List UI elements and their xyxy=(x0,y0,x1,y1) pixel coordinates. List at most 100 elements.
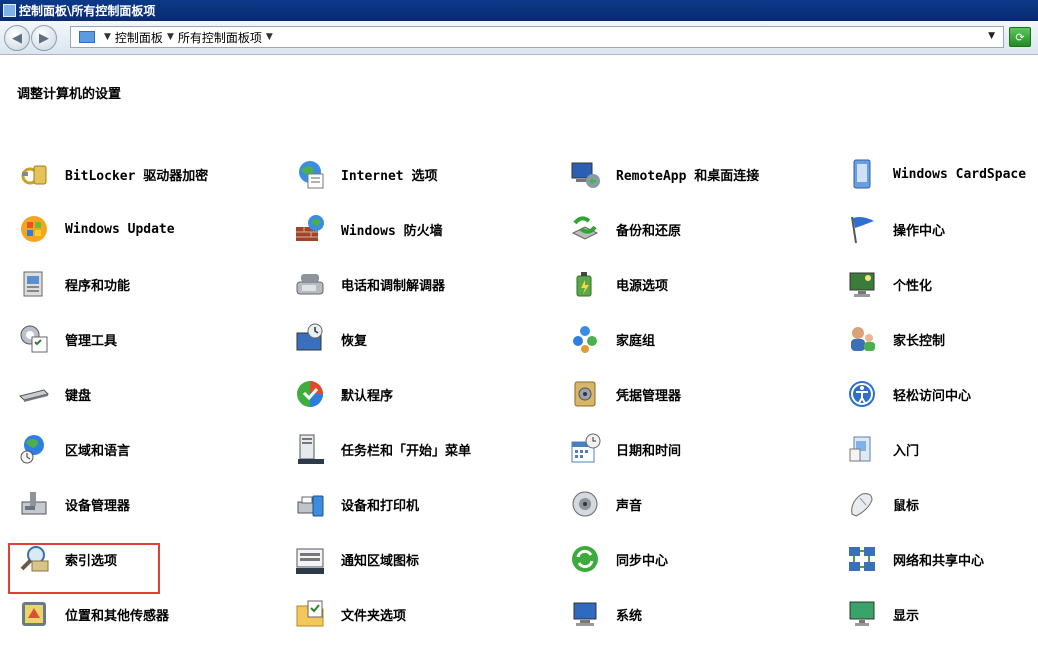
devices-printers-icon xyxy=(293,487,327,521)
control-panel-item[interactable]: 设备管理器 xyxy=(17,482,130,526)
credential-manager-icon xyxy=(568,377,602,411)
forward-button[interactable]: ▶ xyxy=(31,25,57,51)
breadcrumb-chevron-icon[interactable]: ▼ xyxy=(104,32,111,42)
item-label[interactable]: 设备管理器 xyxy=(65,495,130,514)
control-panel-item[interactable]: 凭据管理器 xyxy=(568,372,681,416)
item-label[interactable]: 区域和语言 xyxy=(65,440,130,459)
control-panel-item[interactable]: RemoteApp 和桌面连接 xyxy=(568,152,759,196)
breadcrumb-chevron-icon[interactable]: ▼ xyxy=(167,32,174,42)
refresh-icon: ⟳ xyxy=(1015,30,1025,44)
control-panel-item[interactable]: 个性化 xyxy=(845,262,932,306)
control-panel-item[interactable]: 备份和还原 xyxy=(568,207,681,251)
item-label[interactable]: 入门 xyxy=(893,440,919,459)
control-panel-item[interactable]: Internet 选项 xyxy=(293,152,437,196)
item-label[interactable]: 键盘 xyxy=(65,385,91,404)
control-panel-item[interactable]: 系统 xyxy=(568,592,642,636)
control-panel-item[interactable]: 操作中心 xyxy=(845,207,945,251)
control-panel-item[interactable]: 通知区域图标 xyxy=(293,537,419,581)
control-panel-item[interactable]: 程序和功能 xyxy=(17,262,130,306)
item-label[interactable]: 操作中心 xyxy=(893,220,945,239)
item-label[interactable]: 电源选项 xyxy=(616,275,668,294)
item-label[interactable]: 家长控制 xyxy=(893,330,945,349)
window-title: 控制面板\所有控制面板项 xyxy=(19,4,156,18)
control-panel-item[interactable]: 家庭组 xyxy=(568,317,655,361)
item-label[interactable]: Windows CardSpace xyxy=(893,167,1026,182)
control-panel-item[interactable]: 日期和时间 xyxy=(568,427,681,471)
control-panel-item[interactable]: 区域和语言 xyxy=(17,427,130,471)
item-label[interactable]: 设备和打印机 xyxy=(341,495,419,514)
address-dropdown-icon[interactable]: ▼ xyxy=(988,31,995,41)
control-panel-item[interactable]: Windows 防火墙 xyxy=(293,207,443,251)
region-language-icon xyxy=(17,432,51,466)
control-panel-item[interactable]: 任务栏和「开始」菜单 xyxy=(293,427,471,471)
power-options-icon xyxy=(568,267,602,301)
breadcrumb-chevron-icon[interactable]: ▼ xyxy=(266,32,273,42)
item-label[interactable]: 电话和调制解调器 xyxy=(341,275,445,294)
item-label[interactable]: 轻松访问中心 xyxy=(893,385,971,404)
control-panel-item[interactable]: 鼠标 xyxy=(845,482,919,526)
item-label[interactable]: 声音 xyxy=(616,495,642,514)
sound-icon xyxy=(568,487,602,521)
getting-started-icon xyxy=(845,432,879,466)
control-panel-item[interactable]: 键盘 xyxy=(17,372,91,416)
control-panel-item[interactable]: 文件夹选项 xyxy=(293,592,406,636)
item-label[interactable]: 日期和时间 xyxy=(616,440,681,459)
ease-of-access-icon xyxy=(845,377,879,411)
network-sharing-icon xyxy=(845,542,879,576)
title-bar: 控制面板\所有控制面板项 xyxy=(0,0,1038,21)
control-panel-item[interactable]: 同步中心 xyxy=(568,537,668,581)
item-label[interactable]: 程序和功能 xyxy=(65,275,130,294)
breadcrumb-control-panel[interactable]: 控制面板 xyxy=(115,29,163,46)
item-label[interactable]: 鼠标 xyxy=(893,495,919,514)
control-panel-icon xyxy=(79,31,95,43)
control-panel-item[interactable]: Windows Update xyxy=(17,207,175,251)
item-label[interactable]: 系统 xyxy=(616,605,642,624)
control-panel-item[interactable]: 管理工具 xyxy=(17,317,117,361)
item-label[interactable]: Windows 防火墙 xyxy=(341,220,443,239)
item-label[interactable]: Windows Update xyxy=(65,222,175,237)
control-panel-item[interactable]: 设备和打印机 xyxy=(293,482,419,526)
remoteapp-icon xyxy=(568,157,602,191)
date-time-icon xyxy=(568,432,602,466)
control-panel-item[interactable]: 轻松访问中心 xyxy=(845,372,971,416)
control-panel-item[interactable]: 电话和调制解调器 xyxy=(293,262,445,306)
item-label[interactable]: 家庭组 xyxy=(616,330,655,349)
control-panel-item[interactable]: 显示 xyxy=(845,592,919,636)
internet-options-icon xyxy=(293,157,327,191)
item-label[interactable]: 个性化 xyxy=(893,275,932,294)
control-panel-item[interactable]: 位置和其他传感器 xyxy=(17,592,169,636)
system-icon xyxy=(568,597,602,631)
refresh-button[interactable]: ⟳ xyxy=(1009,27,1031,47)
item-label[interactable]: Internet 选项 xyxy=(341,165,437,184)
item-label[interactable]: 管理工具 xyxy=(65,330,117,349)
address-bar[interactable]: ▼ 控制面板 ▼ 所有控制面板项 ▼ ▼ xyxy=(70,26,1004,48)
control-panel-item[interactable]: BitLocker 驱动器加密 xyxy=(17,152,208,196)
control-panel-item[interactable]: 默认程序 xyxy=(293,372,393,416)
action-center-flag-icon xyxy=(845,212,879,246)
windows-update-icon xyxy=(17,212,51,246)
control-panel-item[interactable]: 网络和共享中心 xyxy=(845,537,984,581)
item-label[interactable]: BitLocker 驱动器加密 xyxy=(65,165,208,184)
item-label[interactable]: 文件夹选项 xyxy=(341,605,406,624)
item-label[interactable]: 任务栏和「开始」菜单 xyxy=(341,440,471,459)
item-label[interactable]: RemoteApp 和桌面连接 xyxy=(616,165,759,184)
item-label[interactable]: 通知区域图标 xyxy=(341,550,419,569)
control-panel-item[interactable]: 电源选项 xyxy=(568,262,668,306)
item-label[interactable]: 凭据管理器 xyxy=(616,385,681,404)
control-panel-item[interactable]: 入门 xyxy=(845,427,919,471)
programs-features-icon xyxy=(17,267,51,301)
control-panel-item[interactable]: Windows CardSpace xyxy=(845,152,1026,196)
breadcrumb-all-items[interactable]: 所有控制面板项 xyxy=(178,29,262,46)
back-button[interactable]: ◀ xyxy=(4,25,30,51)
control-panel-item[interactable]: 家长控制 xyxy=(845,317,945,361)
item-label[interactable]: 备份和还原 xyxy=(616,220,681,239)
control-panel-item[interactable]: 声音 xyxy=(568,482,642,526)
item-label[interactable]: 默认程序 xyxy=(341,385,393,404)
item-label[interactable]: 显示 xyxy=(893,605,919,624)
item-label[interactable]: 网络和共享中心 xyxy=(893,550,984,569)
control-panel-item[interactable]: 恢复 xyxy=(293,317,367,361)
folder-options-icon xyxy=(293,597,327,631)
item-label[interactable]: 同步中心 xyxy=(616,550,668,569)
item-label[interactable]: 位置和其他传感器 xyxy=(65,605,169,624)
item-label[interactable]: 恢复 xyxy=(341,330,367,349)
